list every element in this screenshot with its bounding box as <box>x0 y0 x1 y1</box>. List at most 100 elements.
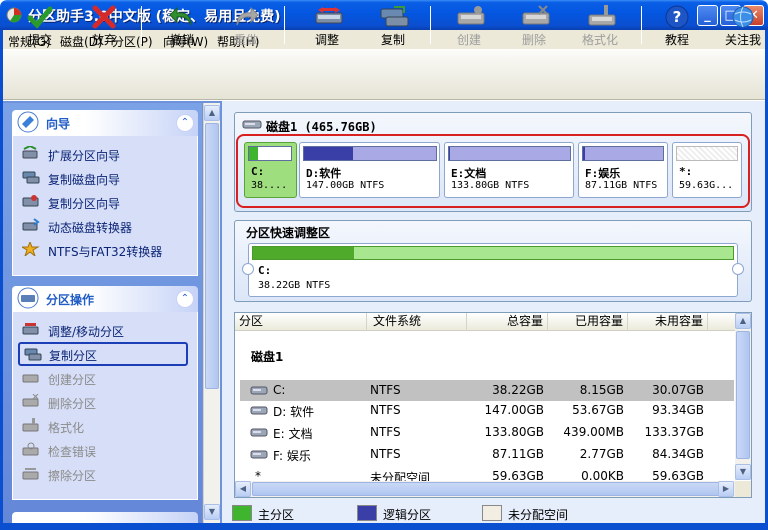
scroll-down-icon[interactable]: ▼ <box>735 464 751 480</box>
window-frame-bottom <box>0 523 768 530</box>
drive-icon <box>250 384 268 399</box>
task-expand-partition-wizard[interactable]: 扩展分区向导 <box>12 142 198 166</box>
task-label: 创建分区 <box>48 373 97 387</box>
minimize-button[interactable]: _ <box>697 5 718 26</box>
format-button[interactable]: 格式化 <box>577 2 623 48</box>
task-label: 删除分区 <box>48 397 97 411</box>
wizard-icon <box>16 110 40 134</box>
scroll-up-icon[interactable]: ▲ <box>204 105 220 121</box>
convert-star-icon <box>20 240 40 258</box>
toolbar-separator <box>641 6 642 44</box>
partition-f-block[interactable]: F:娱乐 87.11GB NTFS <box>578 142 668 198</box>
cell-filesystem: NTFS <box>370 425 401 439</box>
partition-ops-icon <box>16 286 40 310</box>
create-button[interactable]: 创建 <box>447 2 491 48</box>
task-label: 动态磁盘转换器 <box>48 221 133 235</box>
task-dynamic-disk-converter[interactable]: 动态磁盘转换器 <box>12 214 198 238</box>
task-resize-move-partition[interactable]: 调整/移动分区 <box>12 318 198 342</box>
submit-button[interactable]: 提交 <box>18 2 62 48</box>
left-handle[interactable] <box>242 263 254 275</box>
format-disk-icon <box>587 5 616 29</box>
quick-partition-size: 38.22GB NTFS <box>258 280 331 291</box>
unallocated-block[interactable]: *: 59.63G... <box>672 142 742 198</box>
create-disk-icon <box>456 5 485 29</box>
task-label: NTFS与FAT32转换器 <box>48 245 163 259</box>
quick-adjust-title: 分区快速调整区 <box>246 226 331 240</box>
task-label: 调整/移动分区 <box>48 325 125 339</box>
scroll-up-icon[interactable]: ▲ <box>735 313 751 329</box>
task-delete-partition[interactable]: 删除分区 <box>12 390 198 414</box>
task-label: 格式化 <box>48 421 85 435</box>
partition-size: 38.... <box>251 180 288 191</box>
cell-free: 84.34GB <box>652 447 704 461</box>
disk-icon <box>242 118 262 130</box>
copy-partition-icon <box>24 347 42 361</box>
cell-partition: C: <box>273 383 286 397</box>
column-free[interactable]: 未用容量 <box>628 313 708 331</box>
task-check-errors[interactable]: 检查错误 <box>12 438 198 462</box>
delete-button[interactable]: 删除 <box>512 2 556 48</box>
collapse-icon[interactable]: ⌃ <box>176 290 194 308</box>
discard-label: 放弃 <box>91 33 116 47</box>
primary-swatch <box>232 505 252 521</box>
table-row[interactable]: C: NTFS 38.22GB 8.15GB 30.07GB <box>240 380 734 401</box>
copy-partition-icon <box>22 194 39 208</box>
task-format[interactable]: 格式化 <box>12 414 198 438</box>
task-copy-partition[interactable]: 复制分区 <box>18 342 188 366</box>
tutorial-button[interactable]: ? 教程 <box>657 2 697 48</box>
x-icon <box>91 5 117 29</box>
usage-bar <box>676 146 738 161</box>
legend-logical-label: 逻辑分区 <box>383 508 432 522</box>
toolbar-separator <box>430 6 431 44</box>
column-filesystem[interactable]: 文件系统 <box>367 313 467 331</box>
collapse-icon[interactable]: ⌃ <box>176 114 194 132</box>
legend-logical: 逻辑分区 <box>357 505 457 523</box>
next-group-header[interactable] <box>12 512 198 523</box>
table-row[interactable]: D: 软件 NTFS 147.00GB 53.67GB 93.34GB <box>240 400 734 421</box>
column-partition[interactable]: 分区 <box>235 313 367 331</box>
follow-button[interactable]: 关注我 <box>720 2 766 48</box>
table-row[interactable]: F: 娱乐 NTFS 87.11GB 2.77GB 84.34GB <box>240 444 734 465</box>
task-copy-disk-wizard[interactable]: 复制磁盘向导 <box>12 166 198 190</box>
drive-icon <box>250 448 268 463</box>
task-wipe-partition[interactable]: 擦除分区 <box>12 462 198 486</box>
undo-button[interactable]: 撤销 <box>160 2 204 48</box>
dynamic-disk-icon <box>22 218 40 232</box>
cell-filesystem: NTFS <box>370 403 401 417</box>
cell-free: 93.34GB <box>652 403 704 417</box>
right-handle[interactable] <box>732 263 744 275</box>
task-copy-partition-wizard[interactable]: 复制分区向导 <box>12 190 198 214</box>
partition-d-block[interactable]: D:软件 147.00GB NTFS <box>299 142 440 198</box>
cell-partition: F: 娱乐 <box>273 449 311 463</box>
delete-partition-icon <box>22 393 39 408</box>
scroll-down-icon[interactable]: ▼ <box>204 504 220 520</box>
column-total[interactable]: 总容量 <box>467 313 548 331</box>
resize-button[interactable]: 调整 <box>305 2 349 48</box>
task-create-partition[interactable]: 创建分区 <box>12 366 198 390</box>
task-ntfs-fat32-converter[interactable]: NTFS与FAT32转换器 <box>12 238 198 262</box>
table-row[interactable]: E: 文档 NTFS 133.80GB 439.00MB 133.37GB <box>240 422 734 443</box>
partition-c-block[interactable]: C: 38.... <box>244 142 297 198</box>
column-used[interactable]: 已用容量 <box>548 313 628 331</box>
cell-used: 2.77GB <box>579 447 624 461</box>
copy-button[interactable]: 复制 <box>371 2 415 48</box>
scroll-thumb[interactable] <box>205 123 219 389</box>
partition-size: 59.63G... <box>679 180 734 191</box>
cell-total: 147.00GB <box>484 403 544 417</box>
task-label: 复制磁盘向导 <box>48 173 121 187</box>
drive-icon <box>250 404 268 419</box>
partition-name: E:文档 <box>451 167 487 180</box>
redo-button[interactable]: 重做 <box>224 2 268 48</box>
resize-disk-icon <box>314 5 343 29</box>
discard-button[interactable]: 放弃 <box>82 2 126 48</box>
cell-used: 439.00MB <box>563 425 624 439</box>
slider-track[interactable] <box>252 246 734 260</box>
usage-bar <box>582 146 664 161</box>
task-label: 检查错误 <box>48 445 97 459</box>
scroll-left-icon[interactable]: ◀ <box>235 481 251 497</box>
scroll-thumb[interactable] <box>736 331 750 459</box>
scroll-thumb[interactable] <box>252 482 732 496</box>
follow-label: 关注我 <box>724 33 761 47</box>
scroll-right-icon[interactable]: ▶ <box>718 481 734 497</box>
partition-e-block[interactable]: E:文档 133.80GB NTFS <box>444 142 574 198</box>
